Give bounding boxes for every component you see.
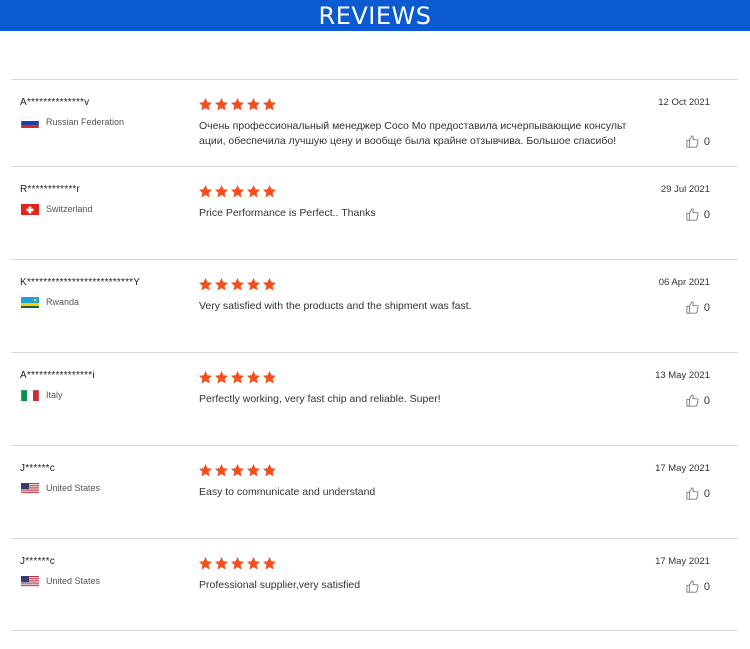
like-count: 0 xyxy=(703,580,710,593)
star-icon xyxy=(246,370,261,385)
star-icon xyxy=(262,277,277,292)
like-count: 0 xyxy=(703,135,710,148)
review-date: 17 May 2021 xyxy=(655,463,710,474)
star-icon xyxy=(230,556,245,571)
country-name: Russian Federation xyxy=(46,117,125,127)
review-date: 13 May 2021 xyxy=(655,370,710,381)
star-icon xyxy=(262,97,277,112)
star-icon xyxy=(214,97,229,112)
star-rating xyxy=(198,277,277,292)
review-text: Easy to communicate and understand xyxy=(199,486,376,498)
country-name: United States xyxy=(46,576,101,586)
star-rating xyxy=(198,184,277,199)
review-date: 06 Apr 2021 xyxy=(658,277,710,288)
like-button[interactable]: 0 xyxy=(685,300,710,315)
usa-flag-icon xyxy=(21,575,39,587)
reviewer-country: Russian Federation xyxy=(21,116,124,128)
reviews-banner: REVIEWS xyxy=(0,0,750,31)
review-item: A****************i Italy Perfectly worki… xyxy=(11,353,738,446)
star-icon xyxy=(198,277,213,292)
review-item: A**************v Russian Federation Очен… xyxy=(11,80,738,167)
rwanda-flag-icon xyxy=(21,296,39,308)
star-icon xyxy=(230,184,245,199)
star-icon xyxy=(246,463,261,478)
review-item: J******c United States Professional supp… xyxy=(11,539,738,631)
reviewer-country: United States xyxy=(21,575,100,587)
like-count: 0 xyxy=(703,394,710,407)
review-date: 29 Jul 2021 xyxy=(660,184,710,195)
star-icon xyxy=(262,370,277,385)
review-item: J******c United States Easy to communica… xyxy=(11,446,738,539)
like-count: 0 xyxy=(703,208,710,221)
reviewer-country: United States xyxy=(21,482,100,494)
review-text: Very satisfied with the products and the… xyxy=(199,300,472,312)
star-icon xyxy=(198,556,213,571)
review-date: 17 May 2021 xyxy=(655,556,710,567)
star-rating xyxy=(198,97,277,112)
like-button[interactable]: 0 xyxy=(685,486,710,501)
review-item: R************r Switzerland Price Perform… xyxy=(11,167,738,260)
star-icon xyxy=(198,97,213,112)
usa-flag-icon xyxy=(21,482,39,494)
star-icon xyxy=(230,277,245,292)
review-date: 12 Oct 2021 xyxy=(658,97,710,108)
review-text: Perfectly working, very fast chip and re… xyxy=(199,393,441,405)
review-text: Professional supplier,very satisfied xyxy=(199,579,361,591)
thumbs-up-icon xyxy=(685,393,700,408)
star-icon xyxy=(214,370,229,385)
reviewer-country: Switzerland xyxy=(21,203,93,215)
thumbs-up-icon xyxy=(685,579,700,594)
country-name: Switzerland xyxy=(46,204,93,214)
star-icon xyxy=(262,184,277,199)
page-title: REVIEWS xyxy=(318,1,432,30)
reviewer-name: K**************************Y xyxy=(20,277,141,288)
star-rating xyxy=(198,370,277,385)
russia-flag-icon xyxy=(21,116,39,128)
switzerland-flag-icon xyxy=(21,203,39,215)
reviewer-name: A**************v xyxy=(20,97,90,108)
reviewer-country: Rwanda xyxy=(21,296,79,308)
reviewer-name: J******c xyxy=(20,556,55,567)
star-icon xyxy=(214,277,229,292)
reviewer-name: R************r xyxy=(20,184,81,195)
star-icon xyxy=(214,556,229,571)
star-icon xyxy=(246,277,261,292)
star-icon xyxy=(198,184,213,199)
thumbs-up-icon xyxy=(685,207,700,222)
star-rating xyxy=(198,556,277,571)
country-name: Italy xyxy=(46,390,63,400)
review-text: Очень профессиональный менеджер Coco Mo … xyxy=(199,120,627,147)
like-button[interactable]: 0 xyxy=(685,207,710,222)
review-list: A**************v Russian Federation Очен… xyxy=(11,79,738,631)
italy-flag-icon xyxy=(21,389,39,401)
star-rating xyxy=(198,463,277,478)
like-button[interactable]: 0 xyxy=(685,579,710,594)
like-button[interactable]: 0 xyxy=(685,134,710,149)
like-count: 0 xyxy=(703,301,710,314)
thumbs-up-icon xyxy=(685,134,700,149)
reviewer-country: Italy xyxy=(21,389,63,401)
thumbs-up-icon xyxy=(685,300,700,315)
like-button[interactable]: 0 xyxy=(685,393,710,408)
like-count: 0 xyxy=(703,487,710,500)
star-icon xyxy=(246,184,261,199)
star-icon xyxy=(198,463,213,478)
star-icon xyxy=(230,463,245,478)
star-icon xyxy=(262,463,277,478)
star-icon xyxy=(214,184,229,199)
star-icon xyxy=(230,97,245,112)
star-icon xyxy=(262,556,277,571)
country-name: United States xyxy=(46,483,101,493)
review-item: K**************************Y Rwanda Very… xyxy=(11,260,738,353)
thumbs-up-icon xyxy=(685,486,700,501)
star-icon xyxy=(246,97,261,112)
reviewer-name: J******c xyxy=(20,463,55,474)
star-icon xyxy=(198,370,213,385)
reviewer-name: A****************i xyxy=(20,370,95,381)
star-icon xyxy=(230,370,245,385)
star-icon xyxy=(246,556,261,571)
star-icon xyxy=(214,463,229,478)
review-text: Price Performance is Perfect.. Thanks xyxy=(199,207,376,219)
country-name: Rwanda xyxy=(46,297,80,307)
